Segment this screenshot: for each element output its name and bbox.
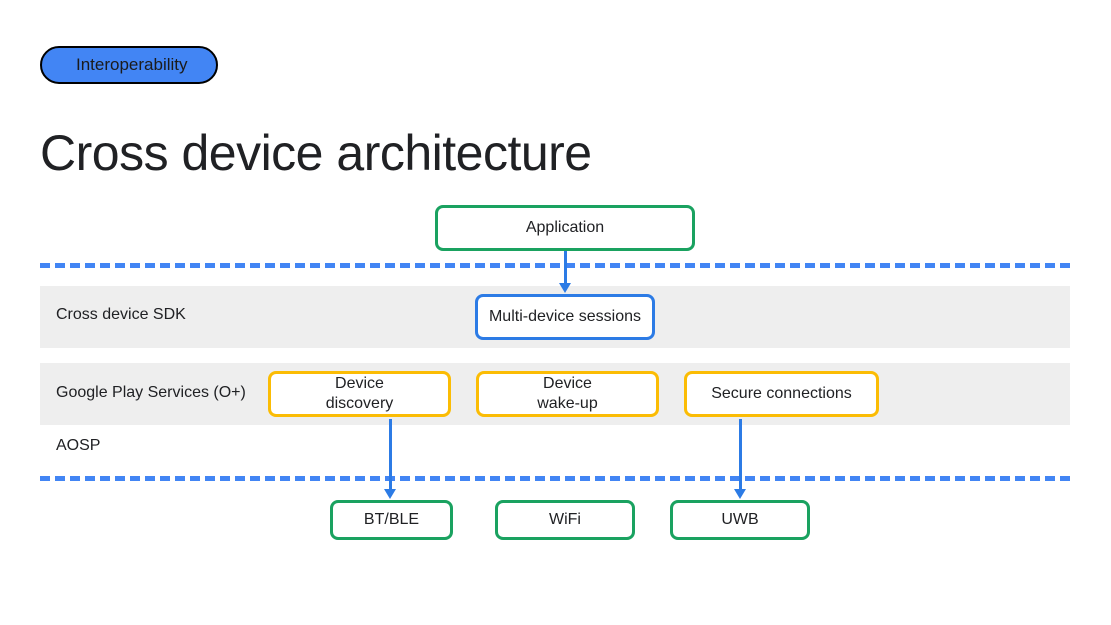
box-multi-device-sessions: Multi-device sessions xyxy=(475,294,655,340)
box-application: Application xyxy=(435,205,695,251)
box-uwb: UWB xyxy=(670,500,810,540)
box-wifi: WiFi xyxy=(495,500,635,540)
label-aosp: AOSP xyxy=(56,437,100,455)
box-secure-connections: Secure connections xyxy=(684,371,879,417)
box-device-discovery: Device discovery xyxy=(268,371,451,417)
label-gps: Google Play Services (O+) xyxy=(56,384,246,402)
pill-label: Interoperability xyxy=(76,55,188,74)
divider-top xyxy=(40,263,1070,268)
slide-title: Cross device architecture xyxy=(40,124,592,182)
label-sdk: Cross device SDK xyxy=(56,306,186,324)
diagram: Cross device SDK Google Play Services (O… xyxy=(0,205,1111,585)
box-bt-ble: BT/BLE xyxy=(330,500,453,540)
divider-bottom xyxy=(40,476,1070,481)
box-device-wakeup: Device wake-up xyxy=(476,371,659,417)
category-pill: Interoperability xyxy=(40,46,218,84)
